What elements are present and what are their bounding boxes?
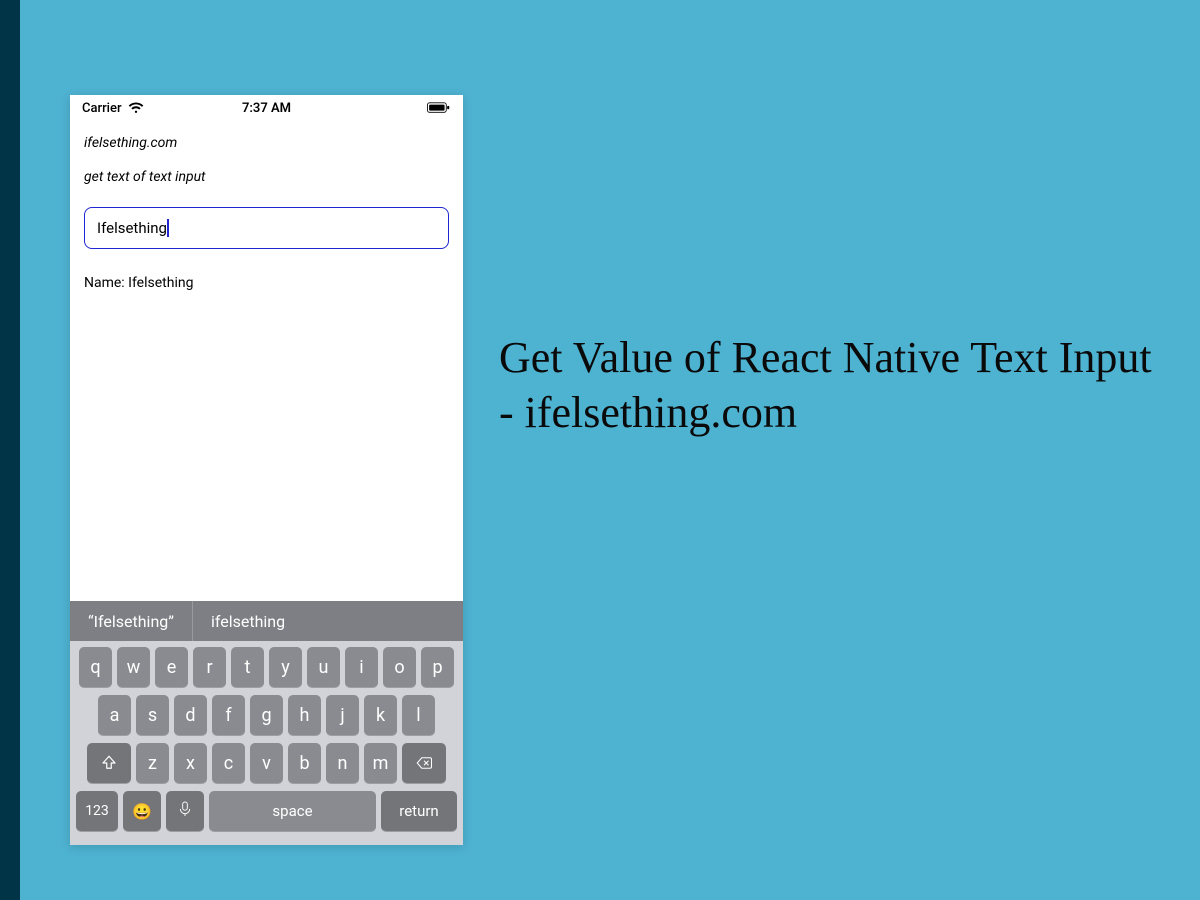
key-o[interactable]: o (383, 647, 416, 687)
key-v[interactable]: v (250, 743, 283, 783)
wifi-icon (128, 102, 144, 114)
subtitle-label: get text of text input (84, 169, 449, 185)
key-e[interactable]: e (155, 647, 188, 687)
key-i[interactable]: i (345, 647, 378, 687)
key-emoji[interactable]: 😀 (123, 791, 161, 831)
key-y[interactable]: y (269, 647, 302, 687)
app-content: ifelsething.com get text of text input I… (70, 121, 463, 601)
key-h[interactable]: h (288, 695, 321, 735)
suggestion-bar: “Ifelsething” ifelsething (70, 601, 463, 641)
key-q[interactable]: q (79, 647, 112, 687)
brand-label: ifelsething.com (84, 135, 449, 151)
key-w[interactable]: w (117, 647, 150, 687)
status-time: 7:37 AM (242, 101, 291, 116)
name-input[interactable]: Ifelsething (84, 207, 449, 249)
key-return[interactable]: return (381, 791, 457, 831)
key-f[interactable]: f (212, 695, 245, 735)
status-bar: Carrier 7:37 AM (70, 95, 463, 121)
key-z[interactable]: z (136, 743, 169, 783)
suggestion-item[interactable]: “Ifelsething” (70, 601, 193, 641)
key-m[interactable]: m (364, 743, 397, 783)
shift-icon (100, 754, 118, 772)
key-row-1: q w e r t y u i o p (74, 647, 459, 687)
output-label: Name: (84, 275, 128, 291)
key-c[interactable]: c (212, 743, 245, 783)
key-space[interactable]: space (209, 791, 376, 831)
key-t[interactable]: t (231, 647, 264, 687)
key-x[interactable]: x (174, 743, 207, 783)
key-backspace[interactable] (402, 743, 446, 783)
key-u[interactable]: u (307, 647, 340, 687)
key-n[interactable]: n (326, 743, 359, 783)
key-row-3: z x c v b n m (74, 743, 459, 783)
key-rows: q w e r t y u i o p a s d f g h j k l (70, 641, 463, 845)
output-value: Ifelsething (128, 275, 193, 291)
carrier-label: Carrier (82, 101, 122, 116)
key-a[interactable]: a (98, 695, 131, 735)
key-b[interactable]: b (288, 743, 321, 783)
key-r[interactable]: r (193, 647, 226, 687)
output-line: Name: Ifelsething (84, 275, 449, 291)
key-row-2: a s d f g h j k l (74, 695, 459, 735)
suggestion-item[interactable]: ifelsething (193, 601, 303, 641)
battery-icon (427, 102, 451, 114)
key-s[interactable]: s (136, 695, 169, 735)
key-shift[interactable] (87, 743, 131, 783)
key-p[interactable]: p (421, 647, 454, 687)
key-123[interactable]: 123 (76, 791, 118, 831)
key-k[interactable]: k (364, 695, 397, 735)
left-band (0, 0, 20, 900)
phone-simulator: Carrier 7:37 AM ifelsething.com get text… (70, 95, 463, 845)
text-cursor (167, 219, 169, 237)
headline-text: Get Value of React Native Text Input - i… (499, 330, 1159, 440)
mic-icon (178, 800, 192, 823)
key-mic[interactable] (166, 791, 204, 831)
key-l[interactable]: l (402, 695, 435, 735)
key-row-4: 123 😀 space return (74, 791, 459, 831)
emoji-icon: 😀 (132, 802, 152, 821)
key-j[interactable]: j (326, 695, 359, 735)
key-d[interactable]: d (174, 695, 207, 735)
backspace-icon (415, 754, 433, 772)
ios-keyboard: “Ifelsething” ifelsething q w e r t y u … (70, 601, 463, 845)
name-input-value: Ifelsething (97, 219, 167, 237)
key-g[interactable]: g (250, 695, 283, 735)
